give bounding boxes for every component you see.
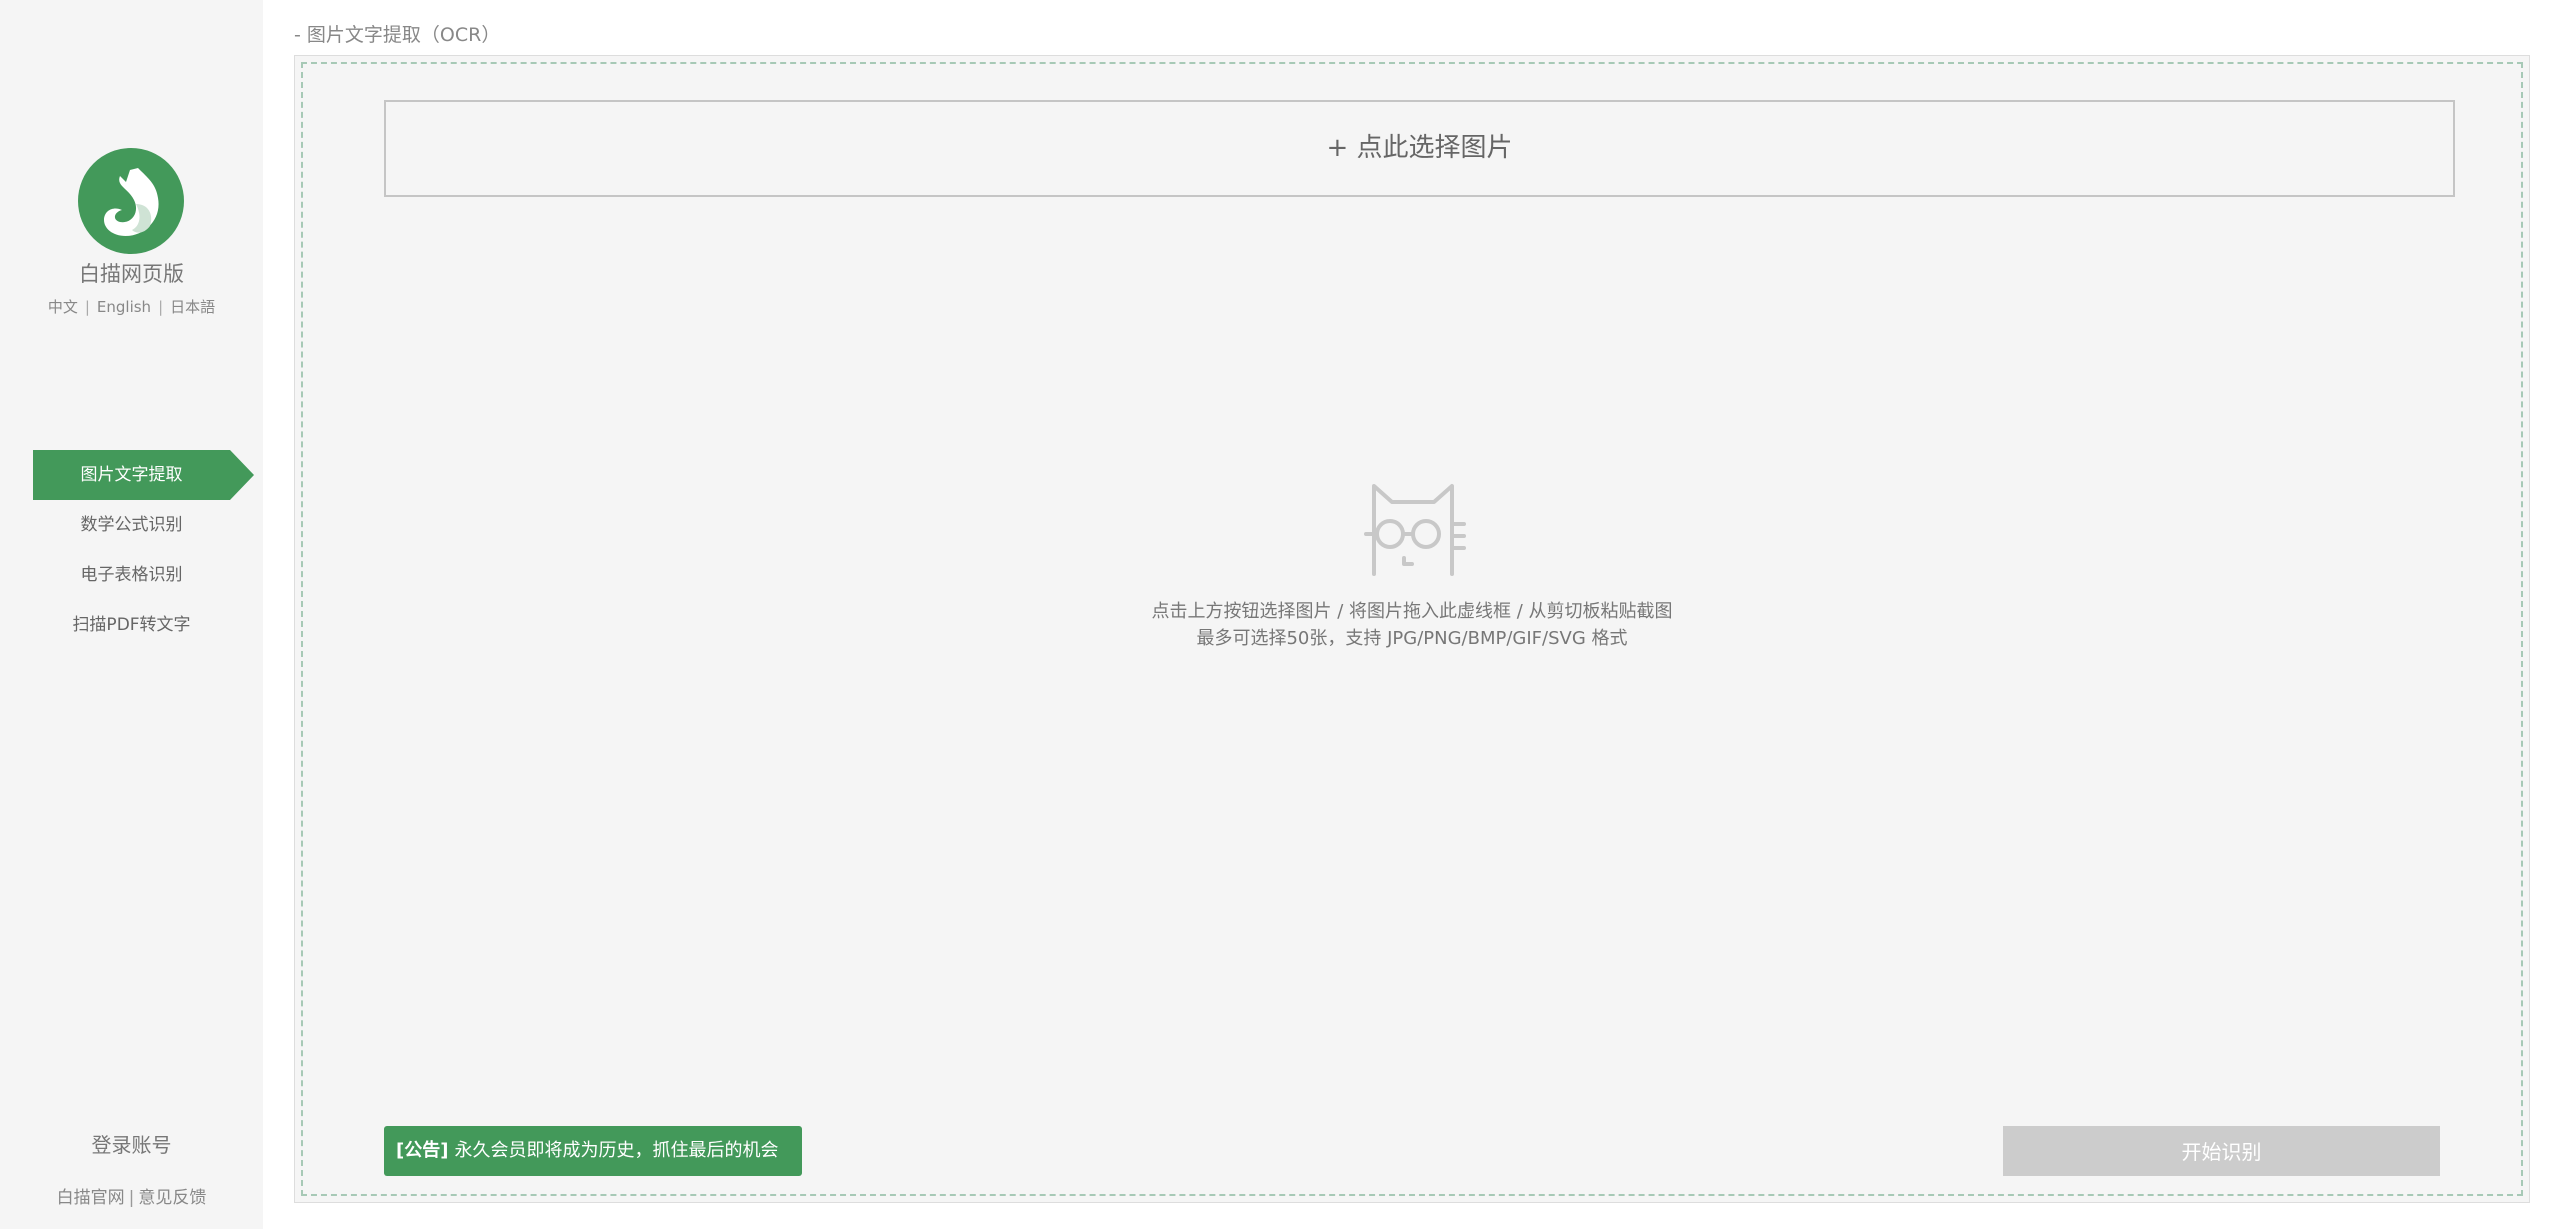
lang-option-en[interactable]: English <box>97 298 151 316</box>
footer-separator: | <box>128 1188 135 1208</box>
sidebar-item-math-formula[interactable]: 数学公式识别 <box>33 500 263 550</box>
cat-with-glasses-icon <box>1364 484 1466 576</box>
sidebar-item-label: 图片文字提取 <box>80 465 183 485</box>
select-image-button[interactable]: + 点此选择图片 <box>384 100 2455 197</box>
sidebar-item-label: 扫描PDF转文字 <box>72 615 191 635</box>
app-name: 白描网页版 <box>79 262 184 286</box>
lang-separator: | <box>84 298 90 316</box>
app-logo-icon[interactable] <box>78 148 184 254</box>
announcement-banner[interactable]: [公告] 永久会员即将成为历史，抓住最后的机会 <box>384 1126 803 1176</box>
announcement-tag: [公告] <box>396 1140 449 1161</box>
official-site-link[interactable]: 白描官网 <box>57 1188 125 1208</box>
login-link[interactable]: 登录账号 <box>0 1129 263 1158</box>
lang-option-zh[interactable]: 中文 <box>48 298 78 316</box>
upload-hint-primary: 点击上方按钮选择图片 / 将图片拖入此虚线框 / 从剪切板粘贴截图 <box>1151 601 1673 622</box>
lang-separator: | <box>158 298 164 316</box>
announcement-text: 永久会员即将成为历史，抓住最后的机会 <box>454 1140 779 1161</box>
feedback-link[interactable]: 意见反馈 <box>138 1188 206 1208</box>
page-title: - 图片文字提取（OCR） <box>294 24 501 46</box>
footer-links: 白描官网 | 意见反馈 <box>0 1183 263 1208</box>
sidebar-item-pdf-to-text[interactable]: 扫描PDF转文字 <box>33 600 263 650</box>
language-switcher: 中文 | English | 日本語 <box>0 296 263 317</box>
sidebar-item-spreadsheet[interactable]: 电子表格识别 <box>33 550 263 600</box>
sidebar: 白描网页版 中文 | English | 日本語 图片文字提取 数学公式识别 电子表格识… <box>0 0 263 1229</box>
upload-hint-formats: 最多可选择50张，支持 JPG/PNG/BMP/GIF/SVG 格式 <box>1196 628 1628 649</box>
empty-state: 点击上方按钮选择图片 / 将图片拖入此虚线框 / 从剪切板粘贴截图 最多可选择5… <box>303 474 2521 652</box>
sidebar-nav: 图片文字提取 数学公式识别 电子表格识别 扫描PDF转文字 <box>0 450 263 650</box>
image-drop-zone[interactable]: + 点此选择图片 点击上方按钮选择图片 / 将图片拖入此虚线框 / 从剪切板粘贴… <box>301 62 2523 1196</box>
sidebar-item-label: 数学公式识别 <box>80 515 183 535</box>
sidebar-item-ocr[interactable]: 图片文字提取 <box>33 450 254 500</box>
sidebar-item-label: 电子表格识别 <box>80 565 183 585</box>
lang-option-ja[interactable]: 日本語 <box>170 298 215 316</box>
upload-panel: + 点此选择图片 点击上方按钮选择图片 / 将图片拖入此虚线框 / 从剪切板粘贴… <box>294 55 2530 1203</box>
start-recognition-button[interactable]: 开始识别 <box>2003 1126 2440 1176</box>
